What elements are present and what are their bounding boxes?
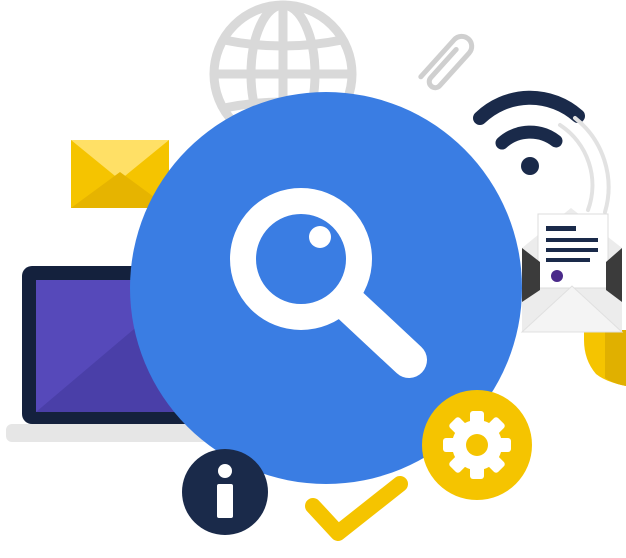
search-illustration: [0, 0, 626, 558]
open-letter-icon: [520, 208, 624, 333]
paperclip-icon: [418, 33, 475, 91]
info-icon: [182, 449, 268, 535]
checkmark-icon: [305, 476, 408, 541]
shield-icon: [584, 330, 626, 386]
settings-gear-icon: [422, 390, 532, 500]
wifi-icon: [473, 90, 611, 214]
